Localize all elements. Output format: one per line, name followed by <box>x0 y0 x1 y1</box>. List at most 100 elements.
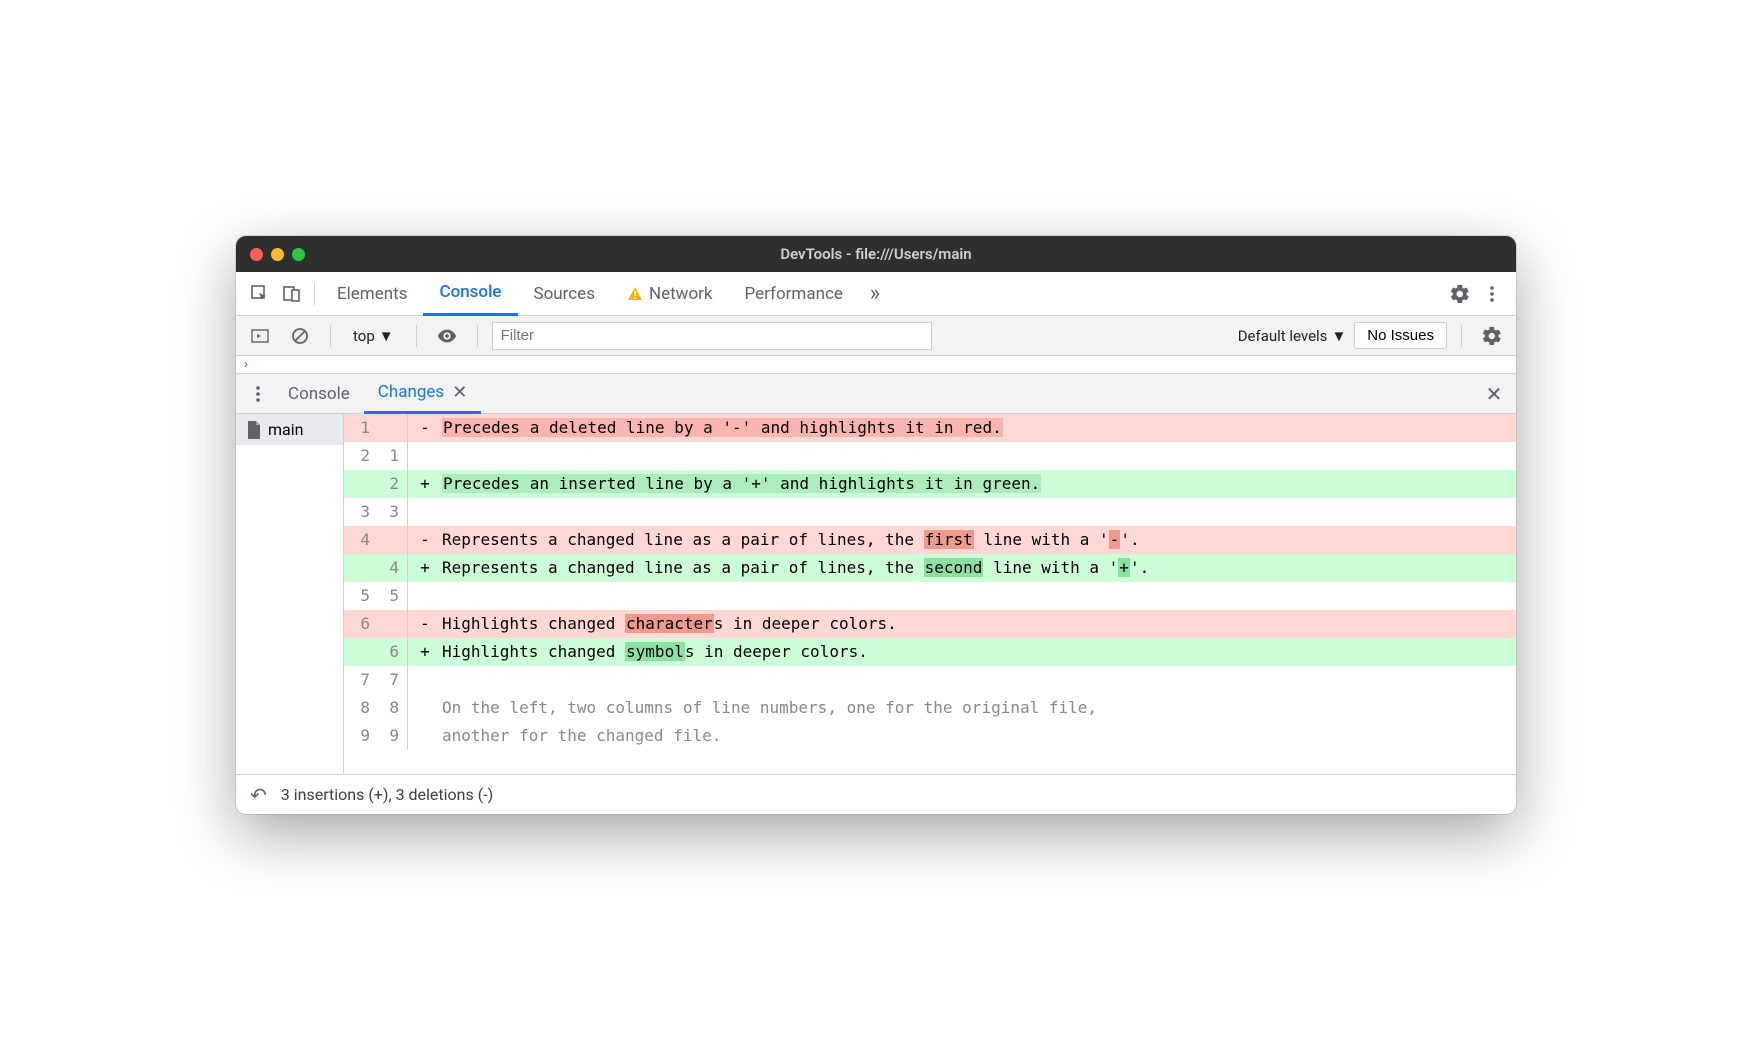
diff-marker <box>408 442 438 470</box>
diff-line: 77 <box>344 666 1516 694</box>
diff-line: 2+Precedes an inserted line by a '+' and… <box>344 470 1516 498</box>
line-number-new: 1 <box>376 442 408 470</box>
console-toolbar: top ▼ Default levels ▼ No Issues <box>236 316 1516 356</box>
device-toolbar-icon[interactable] <box>276 278 308 310</box>
devtools-window: DevTools - file:///Users/main Elements C… <box>236 236 1516 814</box>
chevron-down-icon: ▼ <box>1331 327 1346 345</box>
line-number-old: 9 <box>344 722 376 750</box>
line-number-old: 6 <box>344 610 376 638</box>
diff-marker <box>408 722 438 750</box>
main-toolbar: Elements Console Sources Network Perform… <box>236 272 1516 316</box>
filter-input[interactable] <box>492 322 932 350</box>
warning-icon <box>627 286 643 302</box>
diff-code <box>438 498 1516 526</box>
revert-icon[interactable]: ↶ <box>250 783 267 807</box>
close-drawer-icon[interactable]: ✕ <box>1478 378 1510 410</box>
line-number-old: 2 <box>344 442 376 470</box>
tab-sources[interactable]: Sources <box>518 272 611 316</box>
diff-code <box>438 582 1516 610</box>
close-tab-icon[interactable]: ✕ <box>452 382 467 403</box>
line-number-new: 7 <box>376 666 408 694</box>
diff-line: 88On the left, two columns of line numbe… <box>344 694 1516 722</box>
line-number-new: 9 <box>376 722 408 750</box>
diff-code: Precedes a deleted line by a '-' and hig… <box>438 414 1516 442</box>
line-number-new: 6 <box>376 638 408 666</box>
diff-code <box>438 442 1516 470</box>
line-number-old: 1 <box>344 414 376 442</box>
drawer-menu-icon[interactable] <box>242 378 274 410</box>
diff-code: Represents a changed line as a pair of l… <box>438 554 1516 582</box>
tab-network-label: Network <box>649 284 713 304</box>
diff-marker <box>408 498 438 526</box>
diff-code: another for the changed file. <box>438 722 1516 750</box>
kebab-menu-icon[interactable] <box>1476 278 1508 310</box>
changes-summary: 3 insertions (+), 3 deletions (-) <box>281 785 493 804</box>
diff-line: 99 another for the changed file. <box>344 722 1516 750</box>
diff-code <box>438 666 1516 694</box>
diff-line: 6-Highlights changed characters in deepe… <box>344 610 1516 638</box>
line-number-new: 4 <box>376 554 408 582</box>
diff-marker: - <box>408 526 438 554</box>
line-number-new: 3 <box>376 498 408 526</box>
window-controls <box>250 248 305 261</box>
diff-line: 6+Highlights changed symbols in deeper c… <box>344 638 1516 666</box>
tab-network[interactable]: Network <box>611 272 729 316</box>
toggle-sidebar-icon[interactable] <box>244 320 276 352</box>
file-icon <box>246 421 262 439</box>
diff-viewer[interactable]: 1 - Precedes a deleted line by a '-' and h… <box>344 414 1516 774</box>
line-number-new: 5 <box>376 582 408 610</box>
divider <box>1461 325 1462 347</box>
context-selector[interactable]: top ▼ <box>345 324 402 348</box>
line-number-new <box>376 414 408 442</box>
diff-code: Highlights changed symbols in deeper col… <box>438 638 1516 666</box>
diff-marker: + <box>408 638 438 666</box>
diff-line: 33 <box>344 498 1516 526</box>
log-levels-dropdown[interactable]: Default levels ▼ <box>1238 327 1347 345</box>
file-name: main <box>268 420 303 439</box>
chevron-down-icon: ▼ <box>379 327 394 345</box>
file-item-main[interactable]: main <box>236 414 343 445</box>
line-number-new: 2 <box>376 470 408 498</box>
diff-code: On the left, two columns of line numbers… <box>438 694 1516 722</box>
line-number-old <box>344 554 376 582</box>
divider <box>330 325 331 347</box>
diff-line: 55 <box>344 582 1516 610</box>
more-tabs-icon[interactable]: » <box>859 278 891 310</box>
issues-button[interactable]: No Issues <box>1354 322 1447 349</box>
inspect-element-icon[interactable] <box>244 278 276 310</box>
line-number-old: 8 <box>344 694 376 722</box>
line-number-new <box>376 526 408 554</box>
tab-elements[interactable]: Elements <box>321 272 423 316</box>
live-expression-icon[interactable] <box>431 320 463 352</box>
window-title: DevTools - file:///Users/main <box>236 245 1516 263</box>
tab-performance[interactable]: Performance <box>729 272 859 316</box>
line-number-old: 5 <box>344 582 376 610</box>
maximize-window-button[interactable] <box>292 248 305 261</box>
console-settings-icon[interactable] <box>1476 320 1508 352</box>
log-levels-label: Default levels <box>1238 327 1328 345</box>
line-number-old: 7 <box>344 666 376 694</box>
diff-line: 21 <box>344 442 1516 470</box>
drawer-tab-changes[interactable]: Changes ✕ <box>364 374 482 414</box>
diff-marker <box>408 694 438 722</box>
line-number-old: 4 <box>344 526 376 554</box>
minimize-window-button[interactable] <box>271 248 284 261</box>
divider <box>314 283 315 305</box>
line-number-old <box>344 470 376 498</box>
diff-line: 4 -Represents a changed line as a pair of… <box>344 526 1516 554</box>
diff-marker: + <box>408 470 438 498</box>
changes-panel: main 1 - Precedes a deleted line by a '-' … <box>236 414 1516 774</box>
diff-code: Represents a changed line as a pair of l… <box>438 526 1516 554</box>
settings-icon[interactable] <box>1444 278 1476 310</box>
diff-code: Highlights changed characters in deeper … <box>438 610 1516 638</box>
clear-console-icon[interactable] <box>284 320 316 352</box>
line-number-new <box>376 610 408 638</box>
line-number-old: 3 <box>344 498 376 526</box>
context-label: top <box>353 327 375 345</box>
drawer-tabbar: Console Changes ✕ ✕ <box>236 374 1516 414</box>
drawer-tab-console[interactable]: Console <box>274 374 364 414</box>
status-bar: ↶ 3 insertions (+), 3 deletions (-) <box>236 774 1516 814</box>
console-prompt[interactable]: › <box>236 356 1516 374</box>
close-window-button[interactable] <box>250 248 263 261</box>
tab-console[interactable]: Console <box>423 272 517 316</box>
